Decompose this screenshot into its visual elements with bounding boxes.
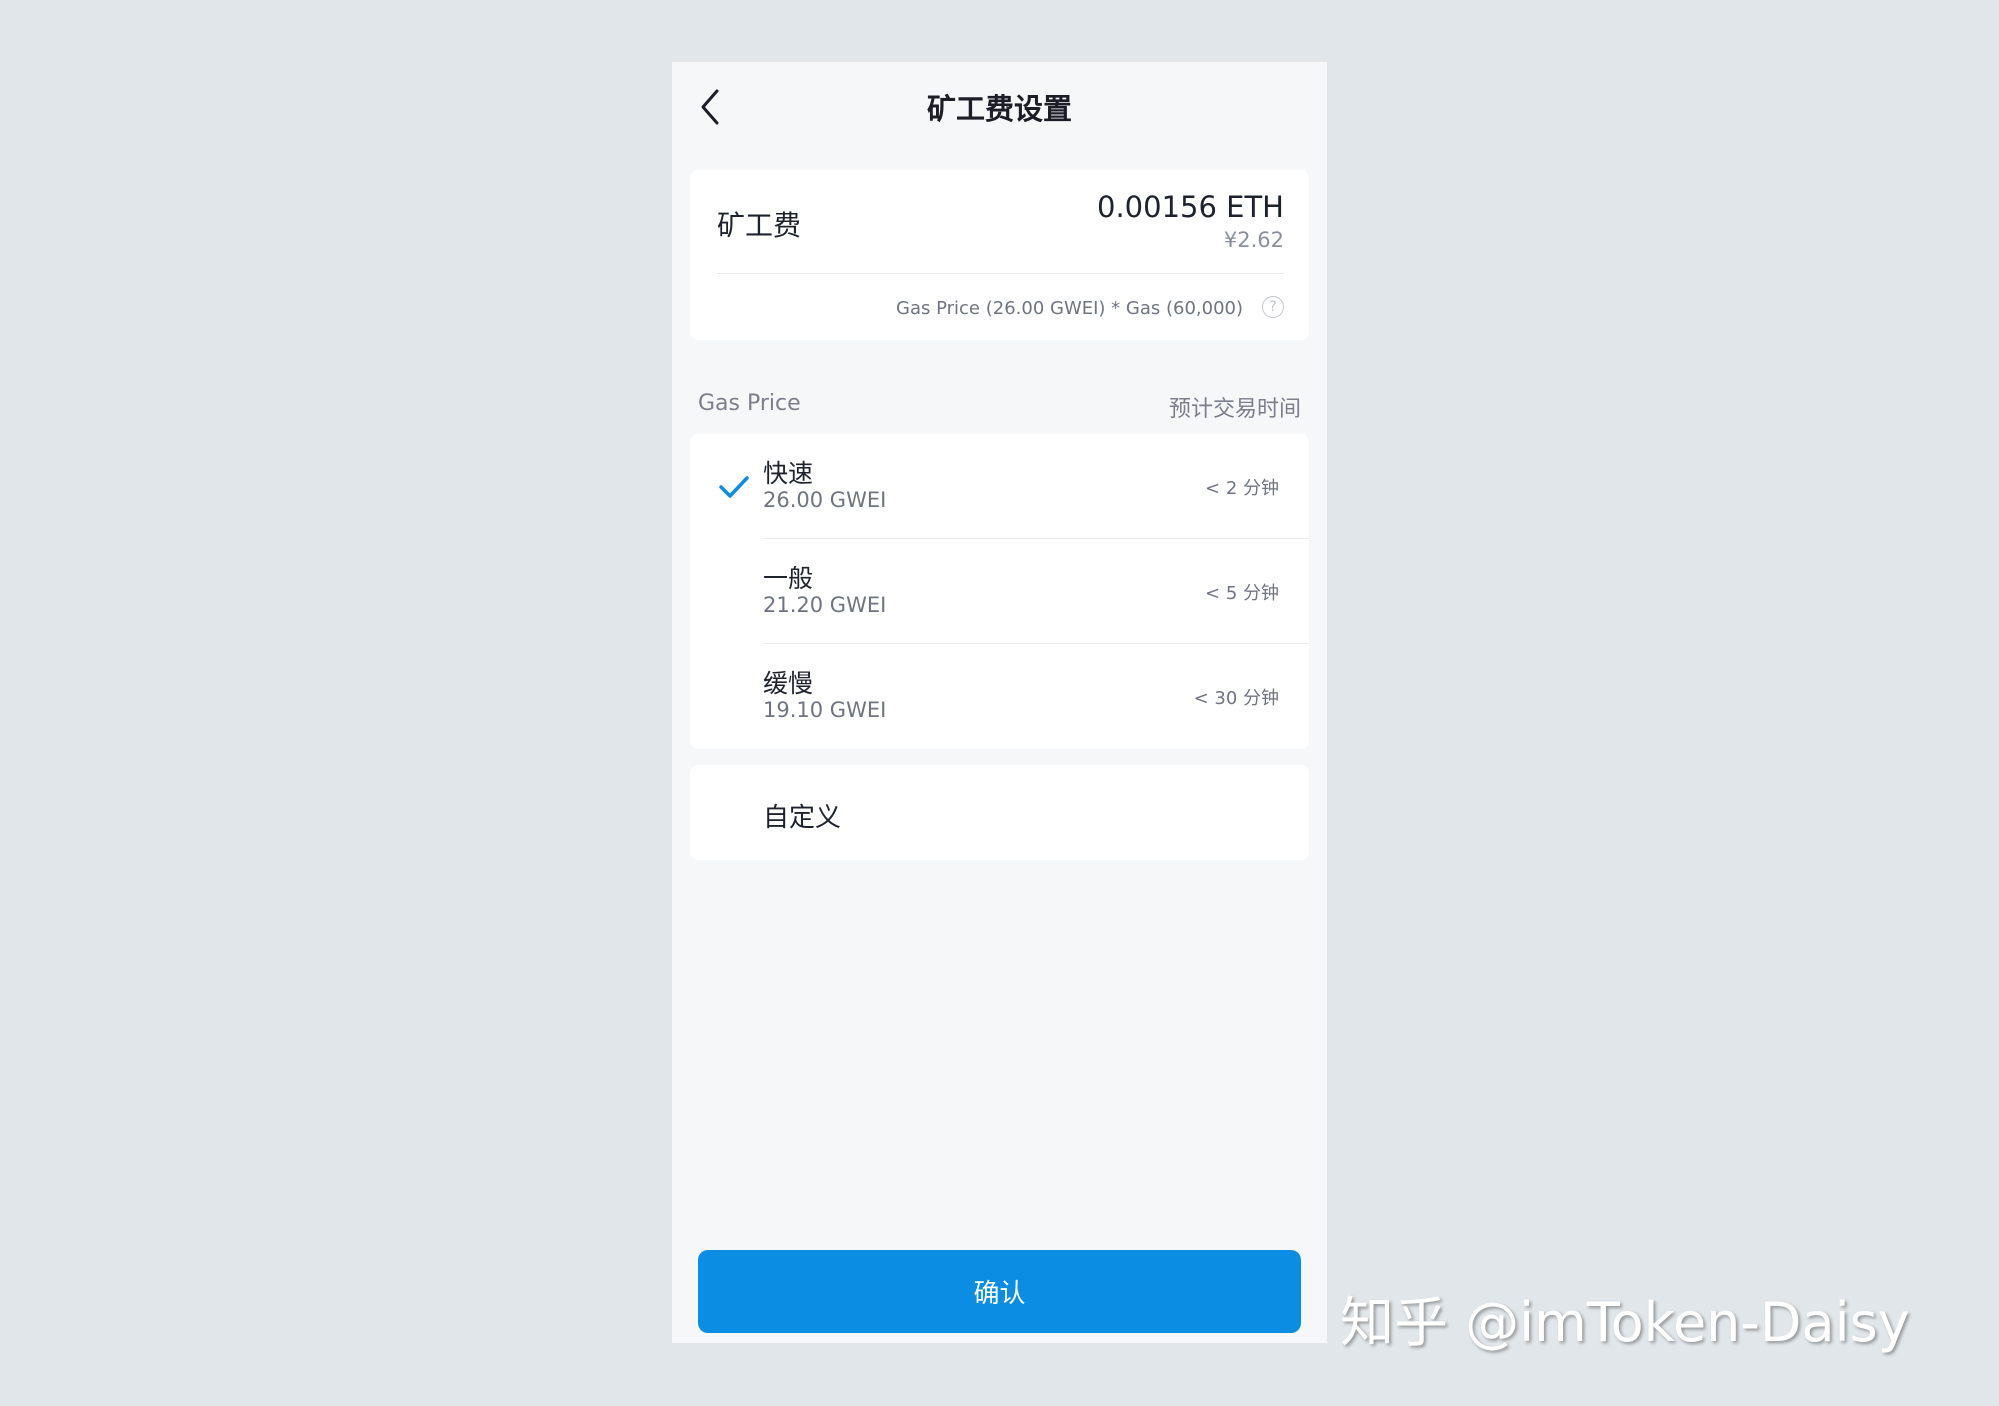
fee-eth-amount: 0.00156 ETH bbox=[1097, 190, 1284, 224]
estimated-time-label: 预计交易时间 bbox=[1168, 397, 1301, 422]
fee-formula: Gas Price (26.00 GWEI) * Gas (60,000) bbox=[896, 298, 1243, 319]
option-gwei: 26.00 GWEI bbox=[763, 488, 887, 512]
fee-cny-amount: ¥2.62 bbox=[1223, 228, 1284, 252]
confirm-button[interactable]: 确认 bbox=[698, 1250, 1301, 1333]
gas-option-slow[interactable]: 缓慢 19.10 GWEI < 30 分钟 bbox=[690, 644, 1309, 748]
gas-settings-screen: 矿工费设置 矿工费 0.00156 ETH ¥2.62 Gas Price (2… bbox=[672, 62, 1327, 1343]
watermark-text: 知乎 @imToken-Daisy bbox=[1340, 1291, 1910, 1354]
nav-bar: 矿工费设置 bbox=[672, 62, 1327, 152]
option-name: 一般 bbox=[763, 564, 814, 593]
checkmark-icon bbox=[719, 476, 749, 498]
gas-options-list: 快速 26.00 GWEI < 2 分钟 一般 21.20 GWEI < 5 分… bbox=[690, 434, 1309, 749]
option-name: 缓慢 bbox=[763, 669, 814, 698]
option-name: 快速 bbox=[763, 459, 814, 488]
gas-price-label: Gas Price bbox=[698, 391, 801, 416]
fee-label: 矿工费 bbox=[717, 209, 802, 242]
fee-summary-card: 矿工费 0.00156 ETH ¥2.62 Gas Price (26.00 G… bbox=[690, 170, 1309, 340]
option-gwei: 19.10 GWEI bbox=[763, 698, 887, 722]
option-time: < 2 分钟 bbox=[1205, 478, 1279, 499]
gas-option-fast[interactable]: 快速 26.00 GWEI < 2 分钟 bbox=[690, 434, 1309, 538]
gas-option-normal[interactable]: 一般 21.20 GWEI < 5 分钟 bbox=[690, 539, 1309, 643]
page-title: 矿工费设置 bbox=[926, 92, 1072, 126]
divider bbox=[717, 273, 1284, 274]
gas-price-section-header: Gas Price 预计交易时间 bbox=[698, 391, 1301, 422]
option-gwei: 21.20 GWEI bbox=[763, 593, 887, 617]
custom-gas-option[interactable]: 自定义 bbox=[690, 765, 1309, 860]
option-time: < 30 分钟 bbox=[1193, 688, 1279, 709]
custom-label: 自定义 bbox=[763, 803, 842, 833]
option-time: < 5 分钟 bbox=[1205, 583, 1279, 604]
help-icon[interactable]: ? bbox=[1262, 296, 1284, 318]
